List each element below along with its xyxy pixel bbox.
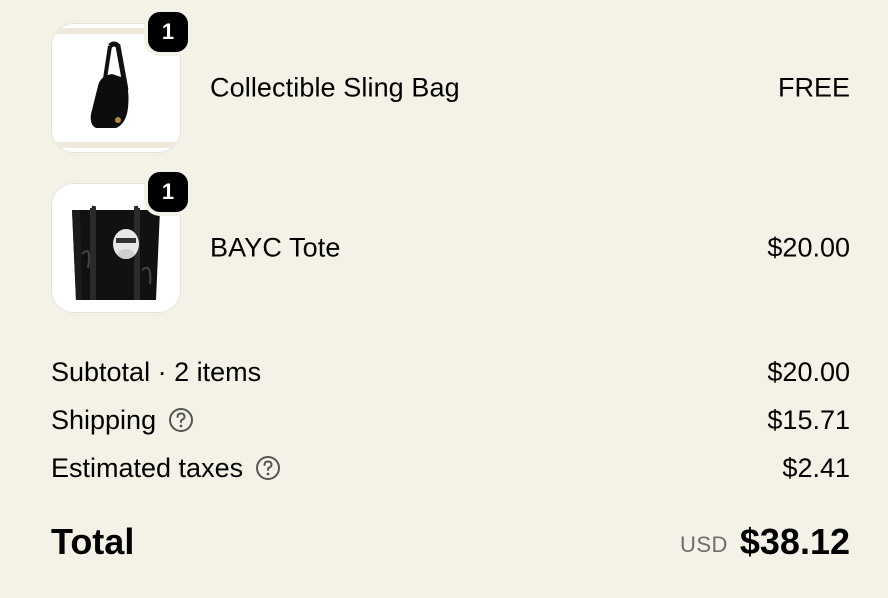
quantity-badge: 1 — [148, 12, 188, 52]
shipping-label: Shipping — [51, 404, 157, 435]
subtotal-row: Subtotal · 2 items $20.00 — [51, 354, 850, 390]
product-thumbnail: 1 — [52, 172, 188, 312]
total-amount: $38.12 — [739, 521, 850, 562]
taxes-row: Estimated taxes $2.41 — [51, 450, 850, 486]
total-label: Total — [51, 521, 135, 562]
product-name: BAYC Tote — [210, 232, 341, 263]
subtotal-label: Subtotal · 2 items — [51, 356, 262, 387]
product-name: Collectible Sling Bag — [210, 72, 460, 103]
shipping-row: Shipping $15.71 — [51, 402, 850, 438]
taxes-value: $2.41 — [782, 453, 850, 483]
total-value-group: USD $38.12 — [680, 520, 850, 564]
taxes-label: Estimated taxes — [51, 452, 244, 483]
total-row: Total USD $38.12 — [51, 520, 850, 564]
cart-line-item: 1 BAYC Tote $20.00 — [52, 172, 850, 312]
product-thumbnail: 1 — [52, 12, 188, 152]
quantity-badge: 1 — [148, 172, 188, 212]
shipping-value: $15.71 — [767, 405, 850, 435]
subtotal-value: $20.00 — [767, 357, 850, 387]
currency-code: USD — [679, 532, 728, 557]
cart-line-item: 1 Collectible Sling Bag FREE — [52, 12, 850, 152]
product-price: FREE — [777, 72, 850, 103]
help-icon[interactable] — [168, 407, 194, 433]
product-price: $20.00 — [767, 232, 850, 263]
help-icon[interactable] — [255, 455, 281, 481]
